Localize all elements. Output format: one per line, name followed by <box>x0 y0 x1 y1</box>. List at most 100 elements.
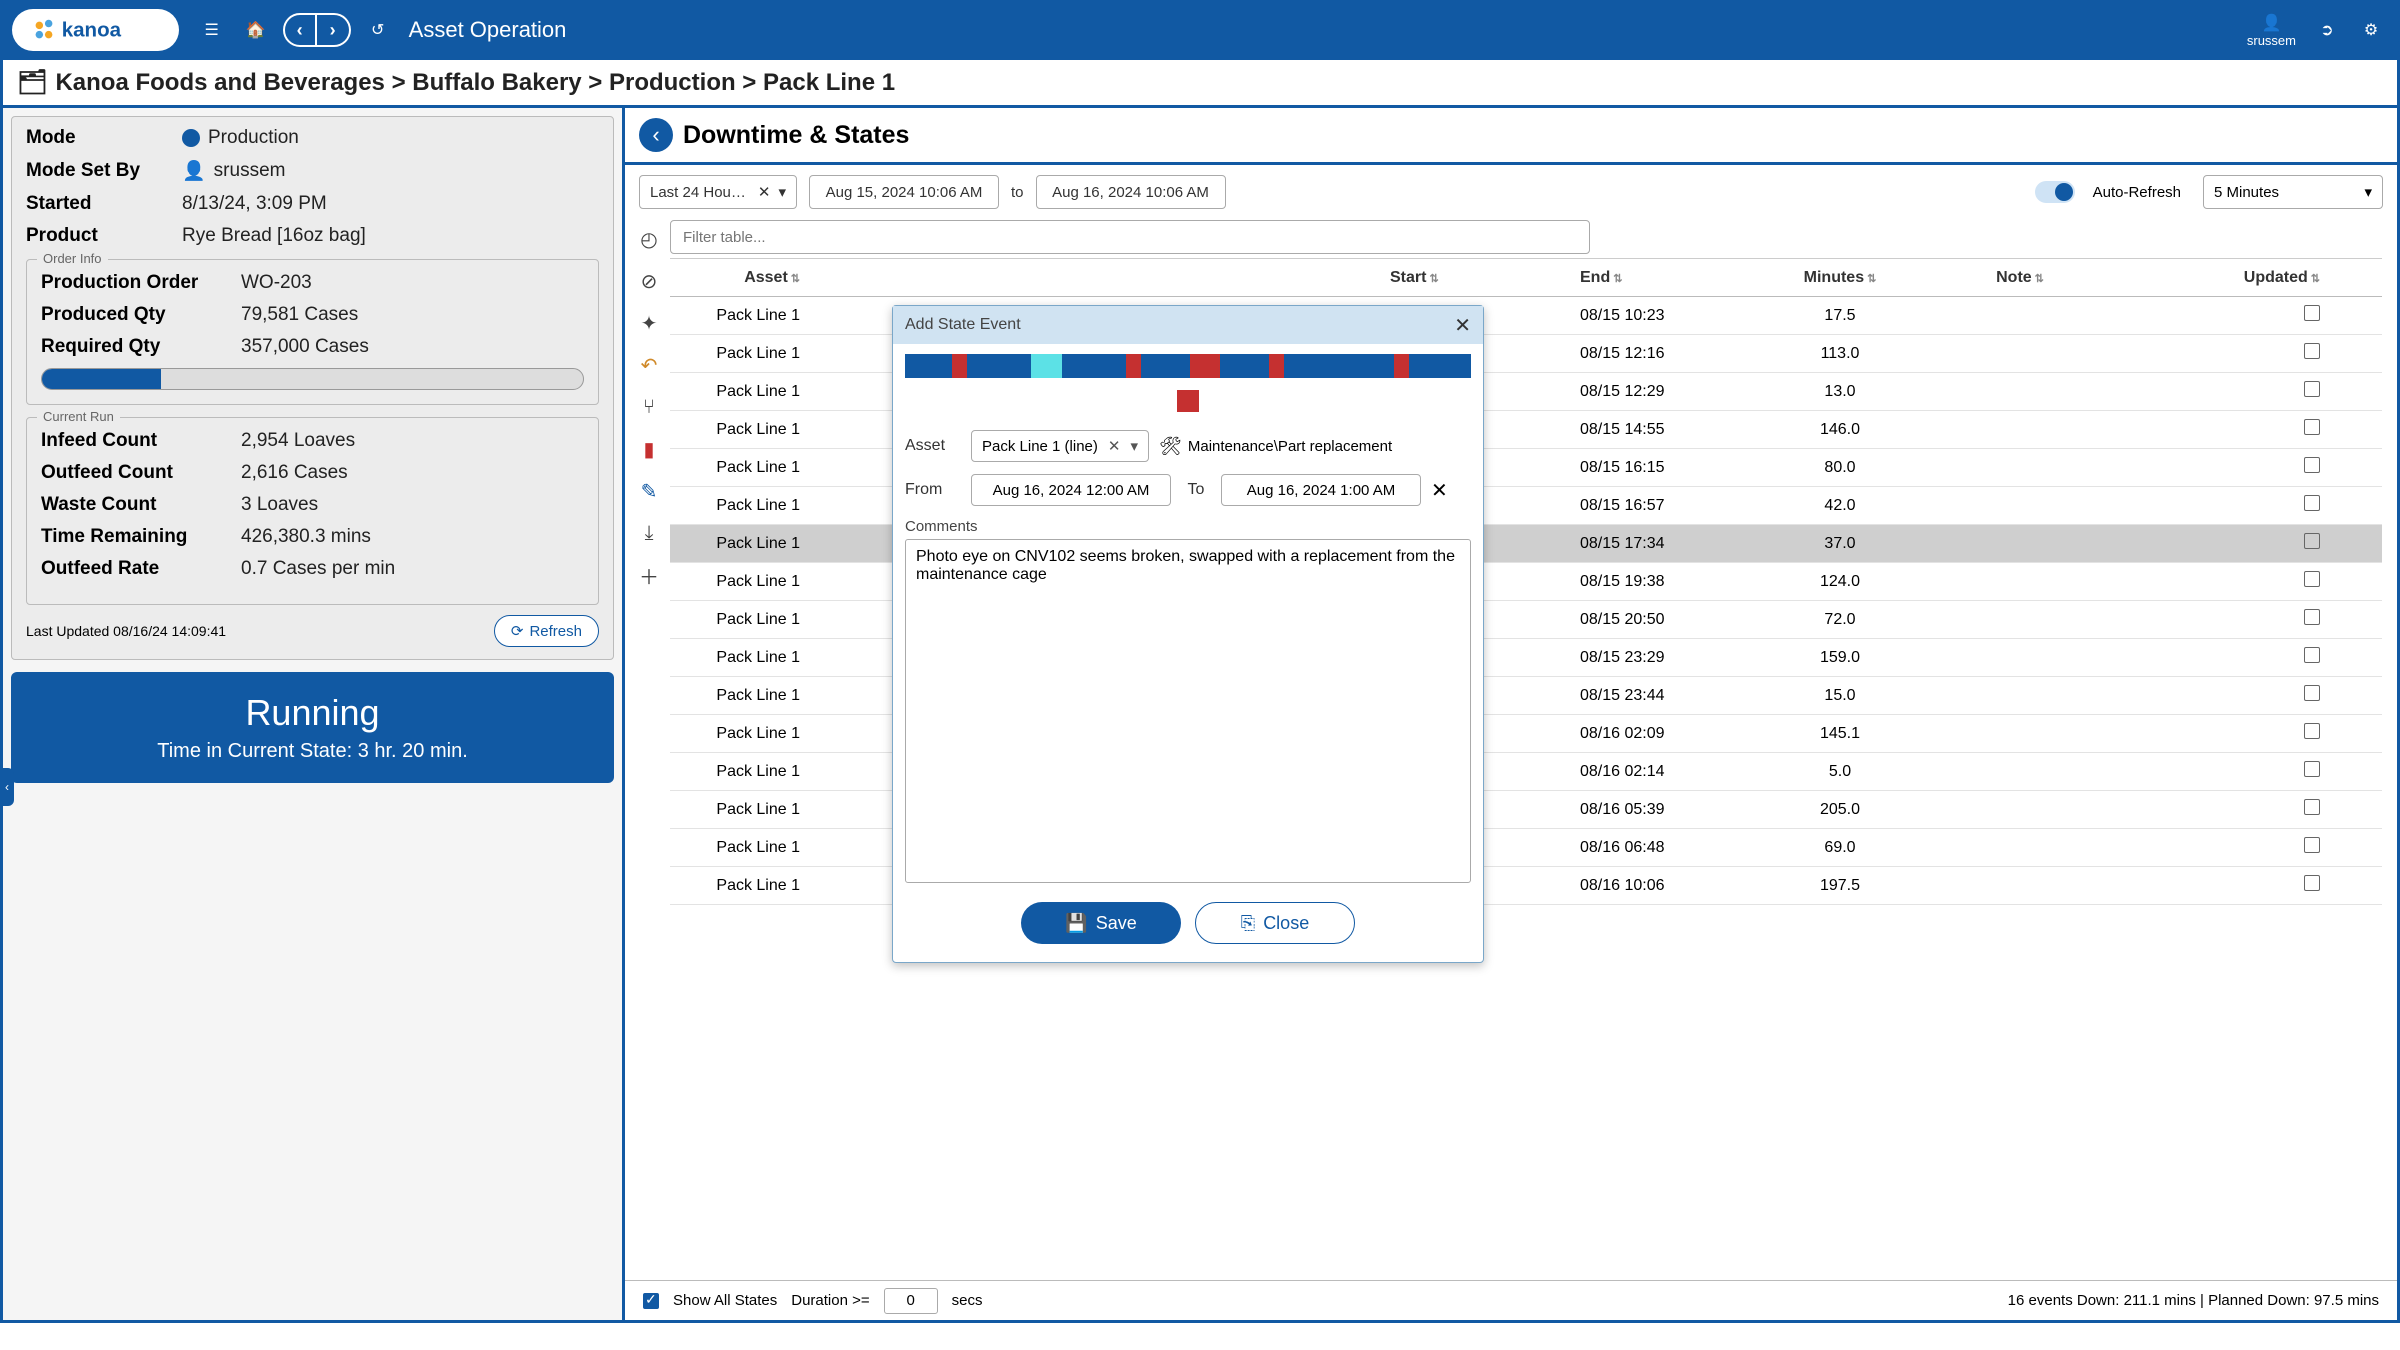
clear-dates-icon[interactable]: ✕ <box>1431 478 1448 503</box>
tool-disable-icon[interactable]: ⊘ <box>635 267 663 295</box>
col-asset[interactable]: Asset <box>744 269 788 286</box>
cell-asset: Pack Line 1 <box>670 839 840 857</box>
outfeed-label: Outfeed Count <box>41 462 241 484</box>
updated-checkbox[interactable] <box>2304 419 2320 435</box>
save-icon: 💾 <box>1065 913 1087 934</box>
cell-minutes: 15.0 <box>1760 687 1920 705</box>
updated-checkbox[interactable] <box>2304 305 2320 321</box>
updated-checkbox[interactable] <box>2304 457 2320 473</box>
current-run-box: Current Run Infeed Count2,954 Loaves Out… <box>26 417 599 605</box>
refresh-interval-select[interactable]: 5 Minutes▾ <box>2203 175 2383 209</box>
updated-checkbox[interactable] <box>2304 685 2320 701</box>
tool-edit-icon[interactable]: ✎ <box>635 477 663 505</box>
panel-collapse-handle[interactable]: ‹ <box>0 768 14 806</box>
tool-undo-icon[interactable]: ↶ <box>635 351 663 379</box>
date-from-input[interactable]: Aug 15, 2024 10:06 AM <box>809 175 999 209</box>
waste-value: 3 Loaves <box>241 494 318 516</box>
modal-from-label: From <box>905 481 961 499</box>
updated-checkbox[interactable] <box>2304 381 2320 397</box>
clear-icon[interactable]: ✕ <box>1108 437 1121 455</box>
modal-state-display[interactable]: 🛠 Maintenance\Part replacement <box>1159 436 1392 457</box>
produced-qty-label: Produced Qty <box>41 304 241 326</box>
table-filter-input[interactable] <box>670 220 1590 254</box>
modal-to-label: To <box>1181 481 1211 499</box>
close-button[interactable]: ⎘Close <box>1195 902 1355 944</box>
login-icon[interactable]: ➲ <box>2310 13 2344 47</box>
cell-updated <box>2120 495 2360 516</box>
menu-icon[interactable]: ☰ <box>195 13 229 47</box>
updated-checkbox[interactable] <box>2304 761 2320 777</box>
updated-checkbox[interactable] <box>2304 495 2320 511</box>
tool-wand-icon[interactable]: ✦ <box>635 309 663 337</box>
updated-checkbox[interactable] <box>2304 723 2320 739</box>
duration-label: Duration >= <box>791 1292 869 1309</box>
cell-updated <box>2120 799 2360 820</box>
cell-asset: Pack Line 1 <box>670 459 840 477</box>
updated-checkbox[interactable] <box>2304 837 2320 853</box>
refresh-button[interactable]: ⟳Refresh <box>494 615 599 647</box>
outfeed-value: 2,616 Cases <box>241 462 348 484</box>
modal-asset-select[interactable]: Pack Line 1 (line) ✕ ▾ <box>971 430 1149 462</box>
section-back-button[interactable]: ‹ <box>639 118 673 152</box>
tool-timer-icon[interactable]: ◴ <box>635 225 663 253</box>
waste-label: Waste Count <box>41 494 241 516</box>
infeed-value: 2,954 Loaves <box>241 430 355 452</box>
updated-checkbox[interactable] <box>2304 571 2320 587</box>
cell-updated <box>2120 571 2360 592</box>
updated-checkbox[interactable] <box>2304 875 2320 891</box>
tool-add-icon[interactable]: ＋ <box>635 561 663 589</box>
updated-checkbox[interactable] <box>2304 343 2320 359</box>
col-end[interactable]: End <box>1580 269 1610 286</box>
user-badge[interactable]: 👤 srussem <box>2247 13 2296 48</box>
save-button[interactable]: 💾Save <box>1021 902 1181 944</box>
updated-checkbox[interactable] <box>2304 799 2320 815</box>
timeline-marker[interactable] <box>1177 390 1199 412</box>
cell-asset: Pack Line 1 <box>670 573 840 591</box>
modal-to-input[interactable]: Aug 16, 2024 1:00 AM <box>1221 474 1421 506</box>
nav-forward-button[interactable]: › <box>317 13 351 47</box>
clear-icon[interactable]: ✕ <box>758 183 771 201</box>
state-duration: Time in Current State: 3 hr. 20 min. <box>31 740 594 763</box>
cell-updated <box>2120 837 2360 858</box>
brand-logo: kanoa <box>12 9 179 51</box>
events-summary: 16 events Down: 211.1 mins | Planned Dow… <box>2008 1292 2379 1309</box>
cell-minutes: 159.0 <box>1760 649 1920 667</box>
modal-comments-input[interactable] <box>905 539 1471 883</box>
modal-from-input[interactable]: Aug 16, 2024 12:00 AM <box>971 474 1171 506</box>
tool-delete-icon[interactable]: ▮ <box>635 435 663 463</box>
tool-split-icon[interactable]: ⑂ <box>635 393 663 421</box>
col-updated[interactable]: Updated <box>2244 269 2308 286</box>
current-run-legend: Current Run <box>37 409 120 424</box>
settings-icon[interactable]: ⚙ <box>2354 13 2388 47</box>
date-to-input[interactable]: Aug 16, 2024 10:06 AM <box>1036 175 1226 209</box>
chevron-down-icon: ▾ <box>1130 437 1138 455</box>
cell-updated <box>2120 723 2360 744</box>
modal-close-icon[interactable]: ✕ <box>1454 313 1471 338</box>
show-all-checkbox[interactable] <box>643 1293 659 1309</box>
exit-icon: ⎘ <box>1241 913 1255 934</box>
col-note[interactable]: Note <box>1996 269 2032 286</box>
nav-back-button[interactable]: ‹ <box>283 13 317 47</box>
updated-checkbox[interactable] <box>2304 609 2320 625</box>
auto-refresh-label: Auto-Refresh <box>2093 184 2181 201</box>
product-label: Product <box>26 225 182 247</box>
chevron-down-icon: ▾ <box>778 183 786 201</box>
auto-refresh-toggle[interactable] <box>2035 181 2075 203</box>
cell-end: 08/15 16:15 <box>1570 459 1760 477</box>
updated-checkbox[interactable] <box>2304 533 2320 549</box>
col-start[interactable]: Start <box>1390 269 1426 286</box>
cell-end: 08/16 06:48 <box>1570 839 1760 857</box>
home-icon[interactable]: 🏠 <box>239 13 273 47</box>
range-preset-select[interactable]: Last 24 Hou… ✕▾ <box>639 175 797 209</box>
updated-checkbox[interactable] <box>2304 647 2320 663</box>
history-icon[interactable]: ↺ <box>361 13 395 47</box>
breadcrumb[interactable]: 🗂 Kanoa Foods and Beverages > Buffalo Ba… <box>17 68 2383 97</box>
col-minutes[interactable]: Minutes <box>1804 269 1864 286</box>
duration-input[interactable] <box>884 1288 938 1314</box>
cell-updated <box>2120 647 2360 668</box>
filter-bar: Last 24 Hou… ✕▾ Aug 15, 2024 10:06 AM to… <box>625 165 2397 219</box>
cell-updated <box>2120 457 2360 478</box>
cell-asset: Pack Line 1 <box>670 763 840 781</box>
required-qty-value: 357,000 Cases <box>241 336 369 358</box>
tool-export-icon[interactable]: ⤓ <box>635 519 663 547</box>
